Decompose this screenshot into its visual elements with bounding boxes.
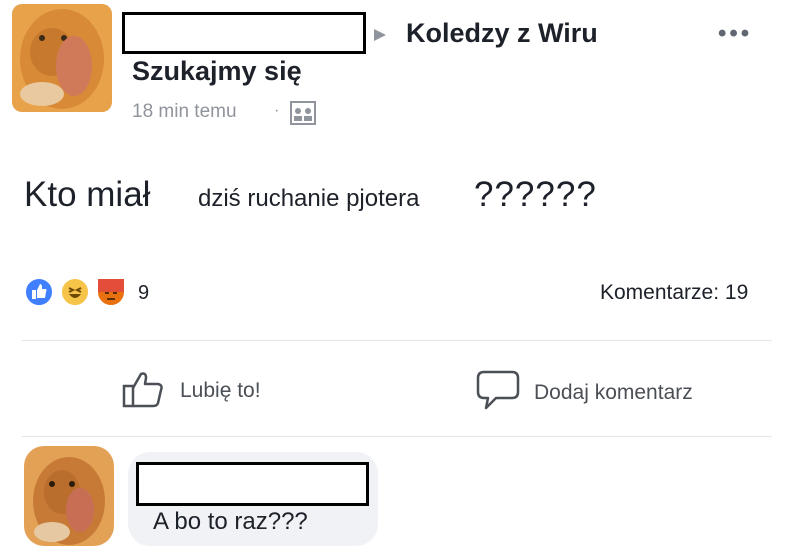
divider-bottom (22, 436, 772, 437)
post-title: Szukajmy się (132, 56, 302, 86)
post-timestamp[interactable]: 18 min temu (132, 101, 237, 123)
author-name-redacted[interactable] (122, 12, 366, 54)
post-body-question-marks: ?????? (474, 175, 597, 214)
divider-top (22, 340, 772, 341)
reactions-count[interactable]: 9 (138, 282, 149, 305)
haha-icon[interactable] (60, 277, 90, 307)
add-comment-label: Dodaj komentarz (534, 381, 693, 404)
comment-author-avatar[interactable] (24, 446, 114, 546)
thumbs-up-icon (122, 366, 166, 416)
comment-bubble-icon (476, 368, 520, 418)
post-body-overlay-text: dziś ruchanie pjotera (198, 185, 420, 212)
like-button-label: Lubię to! (180, 379, 261, 402)
meta-separator: · (274, 102, 280, 119)
comments-count-link[interactable]: Komentarze: 19 (600, 281, 748, 305)
comment-author-redacted[interactable] (136, 462, 369, 506)
post-author-avatar[interactable] (12, 4, 112, 112)
add-comment-button[interactable]: Dodaj komentarz (476, 368, 693, 418)
post-body-text: Kto miał (24, 175, 151, 214)
more-options-button[interactable]: ••• (718, 20, 752, 48)
like-icon[interactable] (24, 277, 54, 307)
group-privacy-icon (290, 101, 316, 130)
angry-icon[interactable] (96, 277, 126, 307)
comment-text: A bo to raz??? (153, 508, 308, 535)
group-name-link[interactable]: Koledzy z Wiru (406, 18, 598, 49)
arrow-right-icon (372, 27, 388, 48)
like-button[interactable]: Lubię to! (122, 366, 261, 416)
